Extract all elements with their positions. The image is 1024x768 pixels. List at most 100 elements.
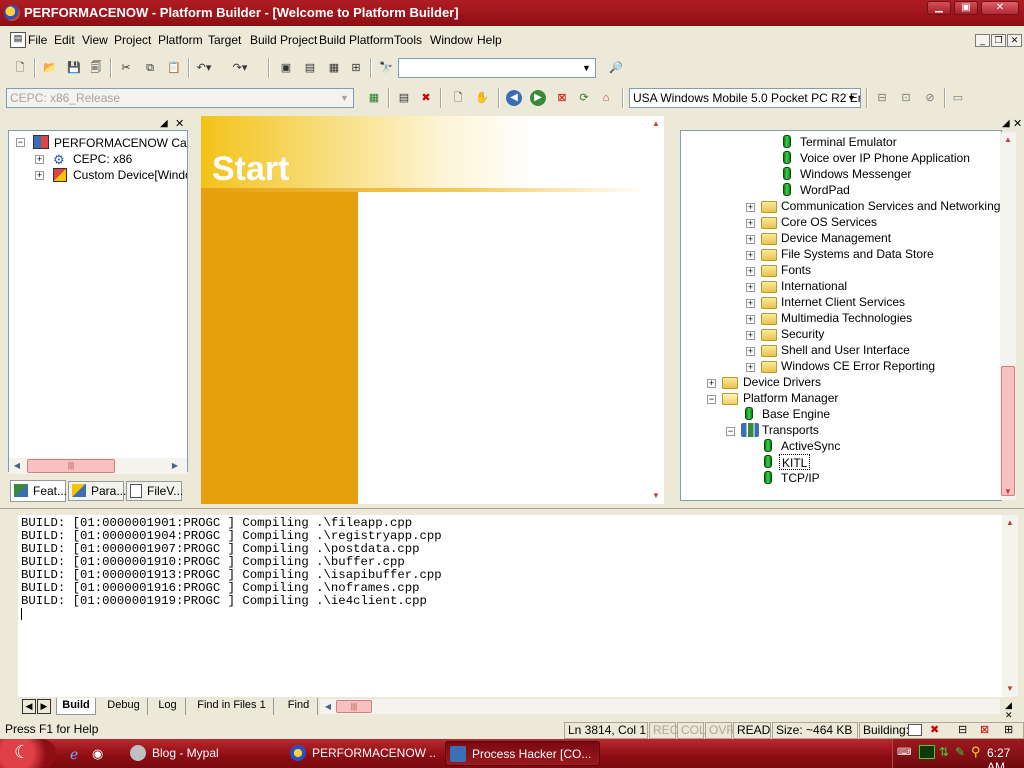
tab-features[interactable]: Feat... [10,480,67,502]
undo-icon[interactable]: ↶▾ [194,58,214,78]
save-all-icon[interactable]: 🗐 [86,58,106,78]
scroll-thumb[interactable]: ||| [27,459,115,473]
pane-close-icon[interactable]: ✕ [1013,117,1022,131]
tab-debug[interactable]: Debug [100,698,148,715]
output-hscrollbar[interactable]: ◀ ||| [320,699,1000,714]
catalog-folder[interactable]: Device Drivers [743,374,821,390]
menu-view[interactable]: View [82,33,108,47]
expand-icon[interactable]: + [746,315,755,324]
tab-find-in-files[interactable]: Find in Files 1 [190,698,274,715]
start-button[interactable]: ☾ [0,739,56,768]
catalog-folder[interactable]: Multimedia Technologies [781,310,912,326]
target-control-icon[interactable]: ▭ [948,88,968,108]
catalog-folder[interactable]: Internet Client Services [781,294,905,310]
tree-item-cepc[interactable]: CEPC: x86 [73,151,132,167]
catalog-item[interactable]: Terminal Emulator [800,134,897,150]
stop-icon[interactable]: ⊠ [552,88,572,108]
catalog-item[interactable]: WordPad [800,182,850,198]
catalog-item-selected[interactable]: KITL [779,454,811,470]
expand-icon[interactable]: + [746,219,755,228]
find-combo[interactable]: ▼ [398,58,596,78]
paste-icon[interactable]: 📋 [164,58,184,78]
attach-device-icon[interactable]: ⊡ [896,88,916,108]
pane-float-icon[interactable]: ◢ [1002,118,1010,132]
connect-device-icon[interactable]: ⊟ [872,88,892,108]
mdi-minimize-button[interactable]: _ [975,34,990,47]
new-page-icon[interactable]: 🗋 [448,88,468,108]
workspace-root[interactable]: PERFORMACENOW Catal [54,135,187,151]
menu-help[interactable]: Help [477,33,502,47]
back-icon[interactable]: ◀ [506,90,522,106]
menu-file[interactable]: File [28,33,47,47]
menu-project[interactable]: Project [114,33,151,47]
cut-icon[interactable]: ✂ [116,58,136,78]
menu-edit[interactable]: Edit [54,33,75,47]
catalog-folder[interactable]: Security [781,326,824,342]
minimize-button[interactable]: ▁ [927,1,951,15]
tab-build[interactable]: Build [56,698,96,715]
redo-icon[interactable]: ↷▾ [230,58,250,78]
catalog-folder[interactable]: Fonts [781,262,811,278]
workspace-hscrollbar[interactable]: ◀ ||| ▶ [9,458,187,474]
build-icon[interactable]: ▦ [364,88,384,108]
expand-icon[interactable]: + [35,155,44,164]
task-mypal[interactable]: Blog - Mypal [126,741,276,766]
detach-device-icon[interactable]: ⊘ [920,88,940,108]
tab-parameters[interactable]: Para... [68,481,126,501]
scroll-thumb[interactable] [1001,366,1015,496]
scroll-down-icon[interactable]: ▼ [1000,484,1016,500]
new-file-icon[interactable]: 🗋 [10,58,30,78]
tab-scroll-right-icon[interactable]: ▶ [37,699,51,714]
tab-find[interactable]: Find [280,698,318,715]
menu-target[interactable]: Target [208,33,241,47]
tab-log[interactable]: Log [150,698,186,715]
tree-item-custom-device[interactable]: Custom Device[Windov [73,167,187,183]
windows-list-icon[interactable]: ▦ [324,58,344,78]
scroll-up-icon[interactable]: ▲ [1002,515,1018,531]
catalog-folder[interactable]: Platform Manager [743,390,838,406]
expand-icon[interactable]: + [746,347,755,356]
rebuild-icon[interactable]: ▤ [394,88,414,108]
catalog-item[interactable]: Base Engine [762,406,830,422]
collapse-icon[interactable]: − [16,138,25,147]
catalog-folder[interactable]: Communication Services and Networking [781,198,1000,214]
forward-icon[interactable]: ▶ [530,90,546,106]
output-vscrollbar[interactable]: ▲ ▼ [1002,515,1018,697]
catalog-item[interactable]: TCP/IP [781,470,820,486]
output-window-icon[interactable]: ▤ [300,58,320,78]
expand-icon[interactable]: + [707,379,716,388]
catalog-folder[interactable]: Windows CE Error Reporting [781,358,935,374]
catalog-item[interactable]: ActiveSync [781,438,840,454]
expand-icon[interactable]: + [746,363,755,372]
copy-icon[interactable]: ⧉ [140,58,160,78]
collapse-icon[interactable]: − [726,427,735,436]
output-gripper[interactable] [4,515,16,697]
scroll-up-icon[interactable]: ▲ [648,116,664,132]
menu-platform[interactable]: Platform [158,33,203,47]
scroll-left-icon[interactable]: ◀ [9,458,25,474]
configuration-combo[interactable]: CEPC: x86_Release ▼ [6,88,354,108]
open-folder-icon[interactable]: 📂 [40,58,60,78]
menu-tools[interactable]: Tools [394,33,422,47]
scroll-thumb[interactable]: ||| [336,700,372,713]
scroll-down-icon[interactable]: ▼ [648,488,664,504]
expand-icon[interactable]: + [746,203,755,212]
catalog-folder[interactable]: Core OS Services [781,214,877,230]
pane-close-icon[interactable]: ✕ [175,117,184,131]
stop-build-icon[interactable]: ✖ [416,88,436,108]
save-icon[interactable]: 💾 [64,58,84,78]
expand-icon[interactable]: + [746,299,755,308]
catalog-group[interactable]: Transports [762,422,819,438]
app-icon[interactable] [4,5,20,21]
catalog-folder[interactable]: Shell and User Interface [781,342,910,358]
clock[interactable]: 6:27 AM [987,746,1024,768]
scroll-up-icon[interactable]: ▲ [1000,132,1016,148]
menu-build-platform[interactable]: Build Platform [319,33,394,47]
device-combo[interactable]: USA Windows Mobile 5.0 Pocket PC R2 Em ▼ [629,88,861,108]
catalog-item[interactable]: Voice over IP Phone Application [800,150,970,166]
close-button[interactable]: ✕ [981,1,1019,15]
scroll-left-icon[interactable]: ◀ [320,699,336,714]
menu-window[interactable]: Window [430,33,473,47]
tab-fileview[interactable]: FileV... [126,481,183,501]
expand-icon[interactable]: + [746,283,755,292]
